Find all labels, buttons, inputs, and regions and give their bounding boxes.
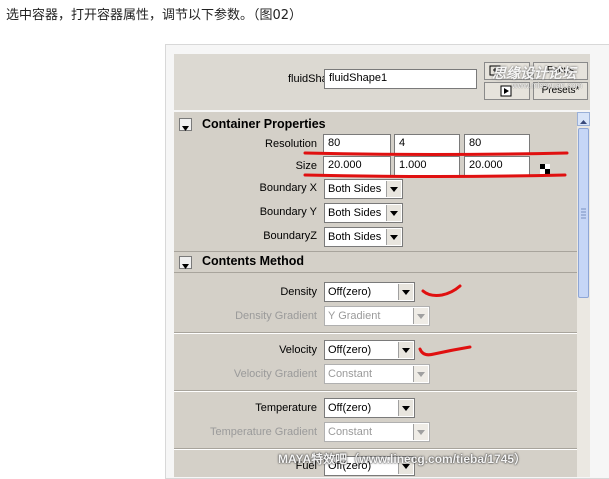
velocity-check-mark	[418, 345, 472, 357]
size-underline-top	[303, 151, 569, 156]
size-underline-bottom	[303, 173, 567, 178]
footer-watermark: MAYA特效吧（www.linecg.com/tieba/1745）	[278, 452, 527, 466]
density-check-mark	[421, 284, 462, 297]
red-annotation-marks	[303, 151, 569, 357]
